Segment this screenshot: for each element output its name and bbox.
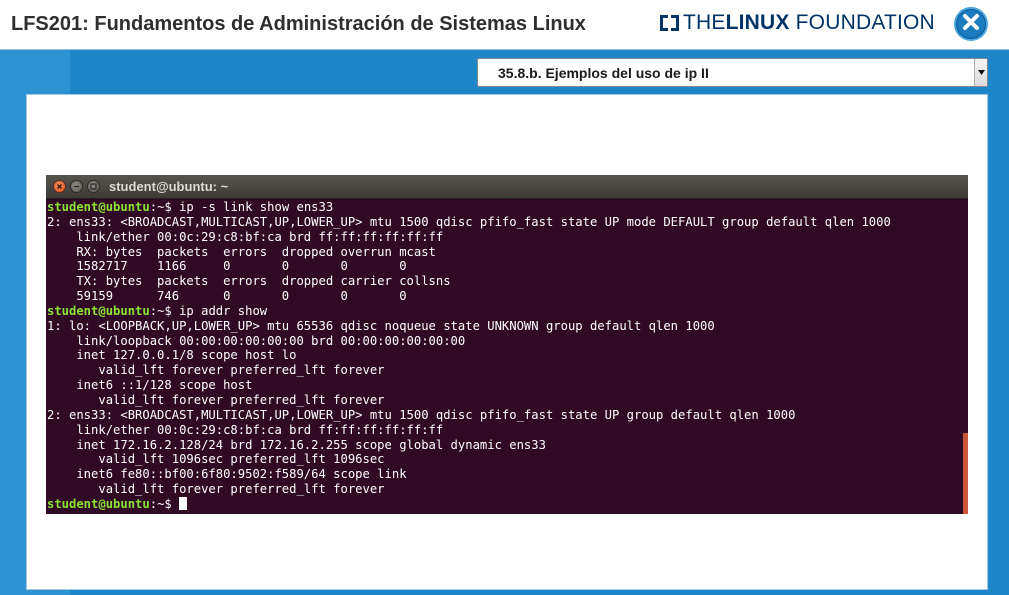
command-output: 59159 746 0 0 0 0 bbox=[47, 289, 407, 304]
command-output: link/loopback 00:00:00:00:00:00 brd 00:0… bbox=[47, 333, 466, 348]
terminal-line: student@ubuntu:~$ bbox=[47, 496, 962, 512]
close-x-icon bbox=[962, 13, 980, 36]
command-output: 2: ens33: <BROADCAST,MULTICAST,UP,LOWER_… bbox=[47, 407, 796, 422]
shell-command: ip addr show bbox=[179, 303, 268, 318]
terminal-line: link/ether 00:0c:29:c8:bf:ca brd ff:ff:f… bbox=[47, 230, 962, 245]
command-output: valid_lft forever preferred_lft forever bbox=[47, 392, 385, 407]
section-select-value: 35.8.b. Ejemplos del uso de ip II bbox=[498, 65, 709, 81]
terminal-line: 1: lo: <LOOPBACK,UP,LOWER_UP> mtu 65536 … bbox=[47, 319, 962, 334]
prompt-path: :~$ bbox=[149, 200, 180, 214]
terminal-title: student@ubuntu: ~ bbox=[109, 179, 229, 194]
terminal-line: valid_lft forever preferred_lft forever bbox=[47, 482, 962, 497]
slide-panel: student@ubuntu: ~ student@ubuntu:~$ ip -… bbox=[26, 94, 988, 590]
lf-logo-text: THELINUX FOUNDATION bbox=[683, 11, 935, 34]
terminal-line: link/loopback 00:00:00:00:00:00 brd 00:0… bbox=[47, 334, 962, 349]
terminal-line: student@ubuntu:~$ ip -s link show ens33 bbox=[47, 200, 962, 215]
prompt-path: :~$ bbox=[149, 496, 180, 511]
terminal-titlebar: student@ubuntu: ~ bbox=[46, 175, 968, 199]
close-button[interactable] bbox=[954, 7, 988, 41]
content-area: 35.8.b. Ejemplos del uso de ip II studen… bbox=[0, 50, 1009, 595]
header-bar: LFS201: Fundamentos de Administración de… bbox=[0, 0, 1009, 50]
terminal-line: 2: ens33: <BROADCAST,MULTICAST,UP,LOWER_… bbox=[47, 408, 962, 423]
terminal-line: inet 172.16.2.128/24 brd 172.16.2.255 sc… bbox=[47, 438, 962, 453]
course-title: LFS201: Fundamentos de Administración de… bbox=[11, 13, 586, 35]
window-minimize-button[interactable] bbox=[70, 180, 83, 193]
command-output: RX: bytes packets errors dropped overrun… bbox=[47, 244, 436, 259]
section-select[interactable]: 35.8.b. Ejemplos del uso de ip II bbox=[477, 58, 988, 87]
terminal-line: 2: ens33: <BROADCAST,MULTICAST,UP,LOWER_… bbox=[47, 215, 962, 230]
terminal-line: inet6 ::1/128 scope host bbox=[47, 378, 962, 393]
terminal-line: link/ether 00:0c:29:c8:bf:ca brd ff:ff:f… bbox=[47, 423, 962, 438]
window-maximize-button[interactable] bbox=[87, 180, 100, 193]
terminal-line: TX: bytes packets errors dropped carrier… bbox=[47, 274, 962, 289]
command-output: valid_lft forever preferred_lft forever bbox=[47, 363, 385, 378]
text-cursor bbox=[179, 496, 188, 510]
command-output: 1: lo: <LOOPBACK,UP,LOWER_UP> mtu 65536 … bbox=[47, 318, 715, 333]
command-output: TX: bytes packets errors dropped carrier… bbox=[47, 274, 451, 289]
terminal-window: student@ubuntu: ~ student@ubuntu:~$ ip -… bbox=[46, 175, 968, 514]
shell-prompt: student@ubuntu bbox=[47, 200, 150, 214]
terminal-scrollbar[interactable] bbox=[963, 433, 968, 514]
terminal-line: inet 127.0.0.1/8 scope host lo bbox=[47, 348, 962, 363]
terminal-line: 1582717 1166 0 0 0 0 bbox=[47, 259, 962, 274]
command-output: link/ether 00:0c:29:c8:bf:ca brd ff:ff:f… bbox=[47, 422, 444, 437]
command-output: inet 127.0.0.1/8 scope host lo bbox=[47, 348, 297, 363]
dropdown-arrow-icon[interactable] bbox=[974, 59, 987, 86]
command-output: 1582717 1166 0 0 0 0 bbox=[47, 259, 407, 274]
command-output: 2: ens33: <BROADCAST,MULTICAST,UP,LOWER_… bbox=[47, 214, 891, 229]
terminal-line: RX: bytes packets errors dropped overrun… bbox=[47, 245, 962, 260]
lf-logo-mark-icon bbox=[660, 15, 679, 31]
terminal-line: valid_lft forever preferred_lft forever bbox=[47, 363, 962, 378]
terminal-line: valid_lft 1096sec preferred_lft 1096sec bbox=[47, 452, 962, 467]
terminal-line: inet6 fe80::bf00:6f80:9502:f589/64 scope… bbox=[47, 467, 962, 482]
command-output: valid_lft forever preferred_lft forever bbox=[47, 482, 385, 497]
command-output: valid_lft 1096sec preferred_lft 1096sec bbox=[47, 452, 385, 467]
shell-command: ip -s link show ens33 bbox=[179, 200, 334, 214]
shell-prompt: student@ubuntu bbox=[47, 303, 150, 318]
command-output: inet6 fe80::bf00:6f80:9502:f589/64 scope… bbox=[47, 467, 407, 482]
terminal-output[interactable]: student@ubuntu:~$ ip -s link show ens33 2… bbox=[46, 200, 962, 514]
prompt-path: :~$ bbox=[149, 303, 180, 318]
command-output: link/ether 00:0c:29:c8:bf:ca brd ff:ff:f… bbox=[47, 229, 444, 244]
terminal-line: student@ubuntu:~$ ip addr show bbox=[47, 304, 962, 319]
terminal-line: 59159 746 0 0 0 0 bbox=[47, 289, 962, 304]
window-close-button[interactable] bbox=[53, 180, 66, 193]
command-output: inet6 ::1/128 scope host bbox=[47, 378, 253, 393]
linux-foundation-logo: THELINUX FOUNDATION bbox=[660, 12, 935, 34]
command-output: inet 172.16.2.128/24 brd 172.16.2.255 sc… bbox=[47, 437, 546, 452]
terminal-line: valid_lft forever preferred_lft forever bbox=[47, 393, 962, 408]
shell-prompt: student@ubuntu bbox=[47, 496, 150, 511]
